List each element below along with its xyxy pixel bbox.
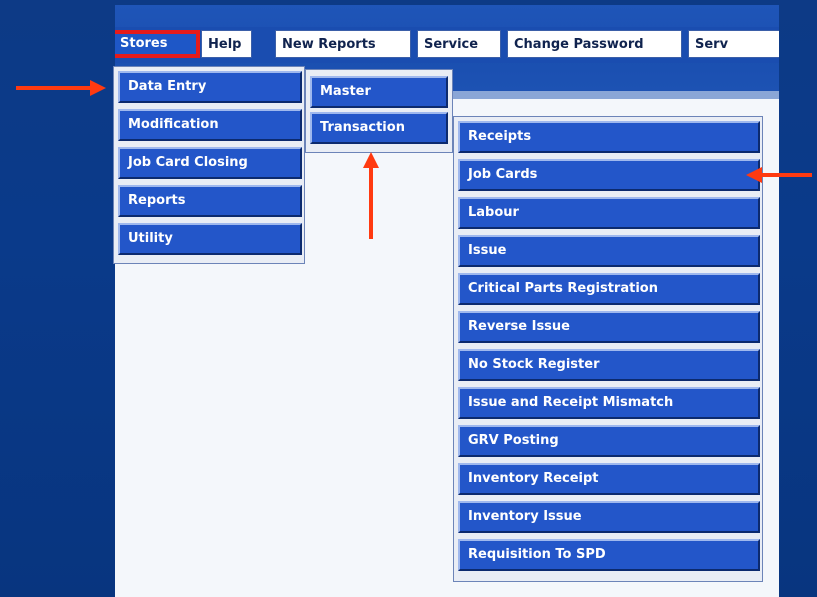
arrow-left-icon [746, 167, 812, 183]
annotation-layer [16, 80, 812, 239]
arrow-right-icon [16, 80, 106, 96]
arrow-up-icon [363, 152, 379, 239]
